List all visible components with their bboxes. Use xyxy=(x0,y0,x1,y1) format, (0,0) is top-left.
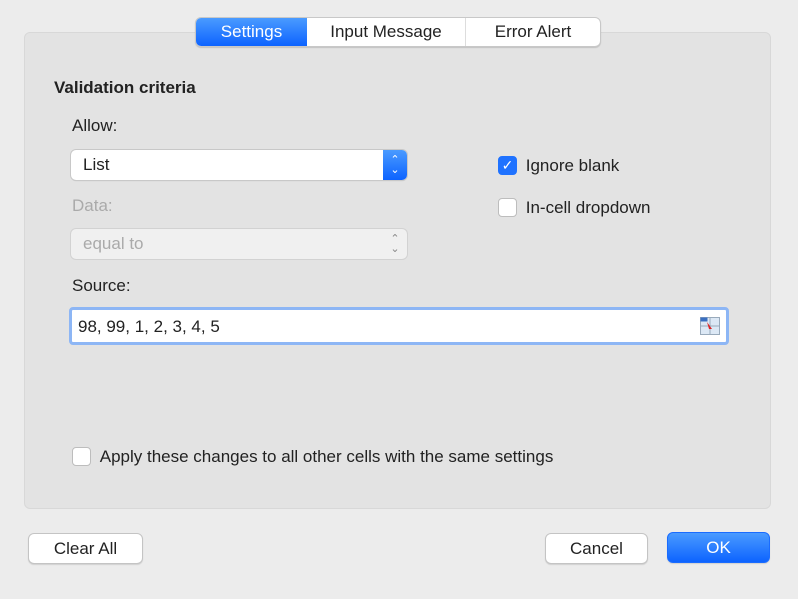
allow-select[interactable]: List ⌃ ⌄ xyxy=(71,150,407,180)
data-select[interactable]: equal to ⌃ ⌄ xyxy=(71,229,407,259)
checkbox-box xyxy=(498,198,517,218)
checkmark-icon: ✓ xyxy=(498,156,517,176)
apply-all-label: Apply these changes to all other cells w… xyxy=(99,446,554,466)
in-cell-dropdown-label: In-cell dropdown xyxy=(525,197,651,217)
source-input[interactable]: 98, 99, 1, 2, 3, 4, 5 xyxy=(69,307,729,345)
tab-bar: Settings Input Message Error Alert xyxy=(195,17,601,47)
tab-error-alert[interactable]: Error Alert xyxy=(465,18,600,46)
data-value: equal to xyxy=(83,234,144,253)
source-value: 98, 99, 1, 2, 3, 4, 5 xyxy=(78,317,220,336)
allow-label: Allow: xyxy=(72,116,118,135)
chevron-up-down-icon: ⌃ ⌄ xyxy=(383,150,407,180)
ok-button[interactable]: OK xyxy=(667,532,770,563)
ignore-blank-label: Ignore blank xyxy=(525,155,620,175)
tab-settings[interactable]: Settings xyxy=(196,18,307,46)
checkbox-box xyxy=(72,447,91,467)
section-title: Validation criteria xyxy=(54,78,196,97)
data-label: Data: xyxy=(72,196,113,215)
settings-panel xyxy=(24,32,771,509)
tab-input-message[interactable]: Input Message xyxy=(307,18,465,46)
in-cell-dropdown-checkbox[interactable]: In-cell dropdown xyxy=(498,197,650,218)
apply-all-checkbox[interactable]: Apply these changes to all other cells w… xyxy=(72,446,553,467)
range-selector-icon[interactable] xyxy=(700,317,720,335)
chevron-up-down-icon: ⌃ ⌄ xyxy=(390,233,400,255)
cancel-button[interactable]: Cancel xyxy=(545,533,648,564)
source-label: Source: xyxy=(72,276,131,295)
allow-value: List xyxy=(83,155,110,174)
clear-all-button[interactable]: Clear All xyxy=(28,533,143,564)
ignore-blank-checkbox[interactable]: ✓ Ignore blank xyxy=(498,155,619,176)
